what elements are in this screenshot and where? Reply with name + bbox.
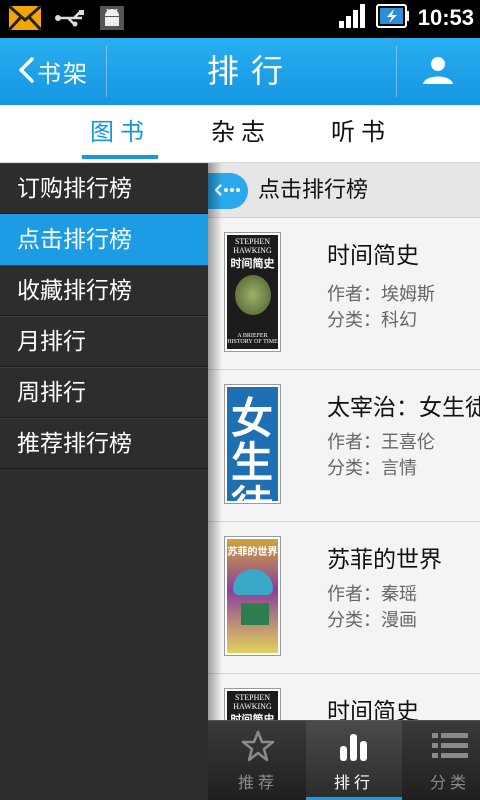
menu-item-favorite-ranking[interactable]: 收藏排行榜 <box>0 265 208 316</box>
book-cover[interactable]: 女生徒 <box>224 384 281 504</box>
cover-title-text: 苏菲的世界 <box>227 547 278 558</box>
book-author: 作者：秦瑶 <box>327 584 417 605</box>
menu-item-order-ranking[interactable]: 订购排行榜 <box>0 163 208 214</box>
android-debug-icon <box>98 4 126 36</box>
list-icon <box>430 729 470 767</box>
book-cover[interactable]: STEPHEN HAWKING 时间简史 <box>224 688 281 720</box>
more-dots-icon <box>214 181 241 202</box>
book-category: 分类：科幻 <box>327 310 417 331</box>
battery-charging-icon <box>375 3 410 33</box>
menu-item-weekly-ranking[interactable]: 周排行 <box>0 367 208 418</box>
back-button-label: 书架 <box>37 60 89 88</box>
nav-category[interactable]: 分类 <box>402 721 480 800</box>
cover-title-text: 时间简史 <box>230 713 275 720</box>
section-header: 点击排行榜 <box>208 163 480 218</box>
category-tabs: 图书 杂志 听书 <box>0 105 480 163</box>
book-list-item[interactable]: STEPHEN HAWKING 时间简史 A BRIEFER HISTORY O… <box>208 218 480 370</box>
section-title: 点击排行榜 <box>258 178 369 203</box>
book-list-item[interactable]: STEPHEN HAWKING 时间简史 时间简史 <box>208 674 480 720</box>
cover-title-text: 女生徒 <box>231 394 274 502</box>
book-category: 分类：言情 <box>327 458 417 479</box>
book-list-item[interactable]: 苏菲的世界 苏菲的世界 作者：秦瑶 分类：漫画 <box>208 522 480 674</box>
nav-label: 推荐 <box>237 773 278 792</box>
cover-illustration <box>233 569 273 595</box>
app-header: 书架 排行 <box>0 38 480 105</box>
back-to-bookshelf-button[interactable]: 书架 <box>0 38 106 105</box>
cover-title-text: 时间简史 <box>230 257 275 270</box>
status-bar: 10:53 <box>0 0 480 38</box>
collapse-menu-button[interactable] <box>208 173 248 209</box>
book-list-item[interactable]: 女生徒 太宰治：女生徒 作者：王喜伦 分类：言情 <box>208 370 480 522</box>
ranking-side-menu: 订购排行榜 点击排行榜 收藏排行榜 月排行 周排行 推荐排行榜 <box>0 163 208 800</box>
usb-icon <box>54 7 86 33</box>
nav-label: 分类 <box>429 773 470 792</box>
menu-item-monthly-ranking[interactable]: 月排行 <box>0 316 208 367</box>
chevron-left-icon <box>17 56 35 88</box>
book-title: 太宰治：女生徒 <box>327 395 480 421</box>
cover-author-text: STEPHEN HAWKING <box>233 237 272 255</box>
tab-magazines[interactable]: 杂志 <box>196 105 286 163</box>
cover-subtitle-text: A BRIEFER HISTORY OF TIME <box>227 333 278 345</box>
ranking-content-panel[interactable]: 点击排行榜 STEPHEN HAWKING 时间简史 A BRIEFER HIS… <box>208 163 480 720</box>
bottom-navigation: 推荐 排行 分类 <box>208 720 480 800</box>
cover-illustration <box>241 603 269 625</box>
bar-chart-icon <box>337 729 371 767</box>
user-profile-button[interactable] <box>396 38 480 105</box>
active-tab-indicator <box>82 155 158 159</box>
mail-notification-icon <box>7 4 43 35</box>
page-title: 排行 <box>206 52 295 90</box>
book-cover[interactable]: STEPHEN HAWKING 时间简史 A BRIEFER HISTORY O… <box>224 232 281 352</box>
book-title: 时间简史 <box>327 699 419 720</box>
nav-recommend[interactable]: 推荐 <box>210 721 306 800</box>
book-title: 苏菲的世界 <box>327 547 442 573</box>
nav-ranking[interactable]: 排行 <box>306 721 402 800</box>
signal-icon <box>338 3 368 33</box>
user-icon <box>421 55 455 89</box>
star-icon <box>241 729 275 767</box>
book-author: 作者：王喜伦 <box>327 432 435 453</box>
menu-item-recommend-ranking[interactable]: 推荐排行榜 <box>0 418 208 469</box>
cover-illustration <box>235 275 271 315</box>
book-category: 分类：漫画 <box>327 610 417 631</box>
cover-author-text: STEPHEN HAWKING <box>233 693 272 711</box>
book-title: 时间简史 <box>327 243 419 269</box>
clock: 10:53 <box>417 5 474 30</box>
nav-label: 排行 <box>333 773 374 792</box>
tab-audiobooks[interactable]: 听书 <box>316 105 406 163</box>
book-cover[interactable]: 苏菲的世界 <box>224 536 281 656</box>
book-author: 作者：埃姆斯 <box>327 284 435 305</box>
menu-item-click-ranking[interactable]: 点击排行榜 <box>0 214 208 265</box>
